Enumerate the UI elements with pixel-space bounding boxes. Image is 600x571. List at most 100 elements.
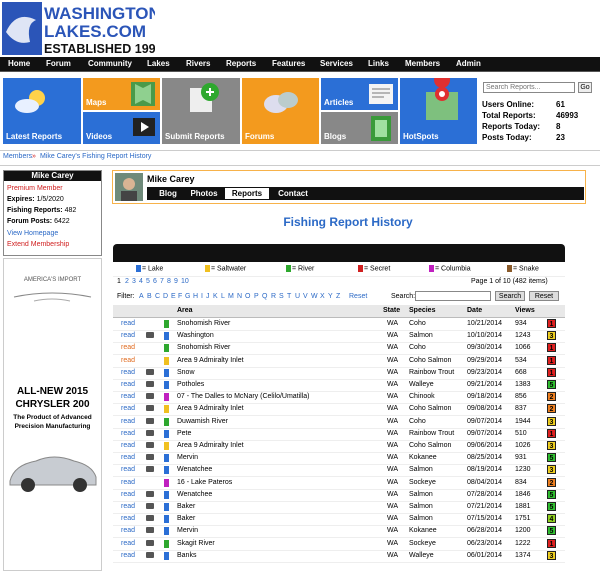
- filter-letter[interactable]: E: [171, 293, 176, 300]
- tile-videos[interactable]: Videos: [83, 112, 160, 144]
- page-link[interactable]: 1: [117, 278, 121, 285]
- search-reports-input[interactable]: [483, 82, 575, 93]
- read-link[interactable]: read: [121, 357, 135, 364]
- nav-home[interactable]: Home: [8, 59, 30, 68]
- filter-letter[interactable]: G: [185, 293, 190, 300]
- advertisement[interactable]: AMERICA'S IMPORT ALL-NEW 2015 CHRYSLER 2…: [3, 258, 102, 571]
- read-link[interactable]: read: [121, 479, 135, 486]
- filter-letter[interactable]: F: [178, 293, 182, 300]
- tile-latest-reports[interactable]: Latest Reports: [3, 78, 81, 144]
- read-link[interactable]: read: [121, 393, 135, 400]
- page-link[interactable]: 9: [174, 278, 178, 285]
- table-row[interactable]: read Area 9 Admiralty Inlet WA Coho Salmon 0…: [113, 440, 565, 453]
- filter-letter[interactable]: L: [221, 293, 225, 300]
- tab-blog[interactable]: Blog: [153, 188, 183, 199]
- camera-icon[interactable]: [146, 551, 154, 558]
- filter-letter[interactable]: Z: [336, 293, 340, 300]
- page-link[interactable]: 6: [153, 278, 157, 285]
- camera-icon[interactable]: [146, 417, 154, 424]
- filter-letter[interactable]: W: [311, 293, 318, 300]
- filter-letter[interactable]: Y: [328, 293, 333, 300]
- nav-members[interactable]: Members: [405, 59, 440, 68]
- camera-icon[interactable]: [146, 381, 154, 387]
- camera-icon[interactable]: [146, 442, 154, 448]
- page-link[interactable]: 8: [167, 278, 171, 285]
- table-row[interactable]: read Snow WA Rainbow Trout 09/23/2014 668 1: [113, 367, 565, 380]
- tile-maps[interactable]: Maps: [83, 78, 160, 110]
- read-link[interactable]: read: [121, 405, 135, 412]
- table-row[interactable]: read Area 9 Admiralty Inlet WA Coho Salmon 0…: [113, 403, 565, 417]
- table-row[interactable]: read Duwamish River WA Coho 09/07/2014 1944 3: [113, 416, 565, 429]
- nav-community[interactable]: Community: [88, 59, 132, 68]
- filter-letter[interactable]: V: [303, 293, 308, 300]
- page-link[interactable]: 3: [132, 278, 136, 285]
- read-link[interactable]: read: [121, 540, 135, 547]
- nav-reports[interactable]: Reports: [226, 59, 256, 68]
- filter-letter[interactable]: Q: [262, 293, 267, 300]
- table-row[interactable]: read Wenatchee WA Salmon 08/19/2014 1230 3: [113, 464, 565, 478]
- view-homepage-link[interactable]: View Homepage: [7, 230, 58, 237]
- camera-icon[interactable]: [146, 429, 154, 436]
- table-row[interactable]: read Potholes WA Walleye 09/21/2014 1383 5: [113, 379, 565, 392]
- page-link[interactable]: 10: [181, 278, 189, 285]
- filter-letter[interactable]: S: [279, 293, 284, 300]
- table-row[interactable]: read Snohomish River WA Coho 09/30/2014 1066 1: [113, 342, 565, 356]
- col-views[interactable]: Views: [515, 307, 535, 314]
- filter-letter[interactable]: D: [163, 293, 168, 300]
- page-link[interactable]: 5: [146, 278, 150, 285]
- read-link[interactable]: read: [121, 418, 135, 425]
- filter-letter[interactable]: N: [237, 293, 242, 300]
- camera-icon[interactable]: [146, 405, 154, 412]
- table-row[interactable]: read 16 - Lake Pateros WA Sockeye 08/04/2014…: [113, 477, 565, 490]
- tile-submit-reports[interactable]: Submit Reports: [162, 78, 240, 144]
- read-link[interactable]: read: [121, 344, 135, 351]
- site-logo[interactable]: WASHINGTON LAKES.COM ESTABLISHED 1997: [2, 2, 163, 56]
- read-link[interactable]: read: [121, 332, 135, 339]
- tab-photos[interactable]: Photos: [187, 188, 221, 199]
- reset-button[interactable]: Reset: [529, 291, 559, 301]
- page-link[interactable]: 7: [160, 278, 164, 285]
- nav-rivers[interactable]: Rivers: [186, 59, 210, 68]
- table-row[interactable]: read Washington WA Salmon 10/10/2014 1243 3: [113, 330, 565, 344]
- nav-features[interactable]: Features: [272, 59, 305, 68]
- read-link[interactable]: read: [121, 466, 135, 473]
- filter-letter[interactable]: C: [155, 293, 160, 300]
- filter-letter[interactable]: B: [147, 293, 152, 300]
- table-row[interactable]: read Area 9 Admiralty Inlet WA Coho Salmon 0…: [113, 355, 565, 368]
- tile-forums[interactable]: Forums: [242, 78, 319, 144]
- col-date[interactable]: Date: [467, 307, 482, 314]
- nav-lakes[interactable]: Lakes: [147, 59, 170, 68]
- read-link[interactable]: read: [121, 454, 135, 461]
- filter-letter[interactable]: J: [206, 293, 210, 300]
- table-row[interactable]: read Baker WA Salmon 07/21/2014 1881 5: [113, 501, 565, 514]
- tab-contact[interactable]: Contact: [273, 188, 313, 199]
- report-search-input[interactable]: [415, 291, 491, 301]
- page-link[interactable]: 2: [125, 278, 129, 285]
- table-row[interactable]: read Mervin WA Kokanee 08/25/2014 931 5: [113, 452, 565, 466]
- table-row[interactable]: read Skagit River WA Sockeye 06/23/2014 1222 1: [113, 538, 565, 551]
- filter-letter[interactable]: K: [213, 293, 218, 300]
- read-link[interactable]: read: [121, 503, 135, 510]
- camera-icon[interactable]: [146, 503, 154, 509]
- table-row[interactable]: read Mervin WA Kokanee 06/28/2014 1200 5: [113, 525, 565, 539]
- read-link[interactable]: read: [121, 515, 135, 522]
- table-row[interactable]: read Pete WA Rainbow Trout 09/07/2014 510 1: [113, 428, 565, 441]
- nav-forum[interactable]: Forum: [46, 59, 71, 68]
- extend-membership-link[interactable]: Extend Membership: [7, 241, 69, 248]
- col-state[interactable]: State: [383, 307, 400, 314]
- table-row[interactable]: read 07 - The Dalles to McNary (Celilo/Um…: [113, 391, 565, 405]
- table-row[interactable]: read Banks WA Walleye 06/01/2014 1374 3: [113, 550, 565, 563]
- read-link[interactable]: read: [121, 527, 135, 534]
- camera-icon[interactable]: [146, 368, 154, 375]
- read-link[interactable]: read: [121, 552, 135, 559]
- tile-hotspots[interactable]: HotSpots: [400, 78, 477, 144]
- filter-letter[interactable]: P: [254, 293, 259, 300]
- camera-icon[interactable]: [146, 515, 154, 522]
- tile-articles[interactable]: Articles: [321, 78, 398, 110]
- camera-icon[interactable]: [146, 539, 154, 546]
- search-button[interactable]: Search: [495, 291, 525, 301]
- camera-icon[interactable]: [146, 454, 154, 461]
- filter-letter[interactable]: R: [271, 293, 276, 300]
- tab-reports[interactable]: Reports: [225, 188, 269, 199]
- read-link[interactable]: read: [121, 442, 135, 449]
